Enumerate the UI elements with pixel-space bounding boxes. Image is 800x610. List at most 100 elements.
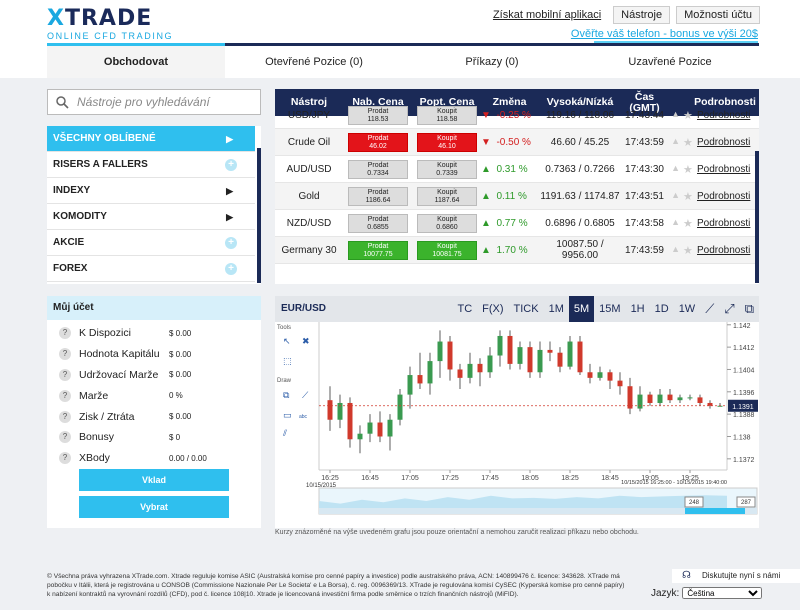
candle[interactable] — [507, 335, 513, 364]
category-item[interactable]: AKCIE + — [47, 230, 255, 256]
candle[interactable] — [617, 380, 623, 387]
candle[interactable] — [667, 394, 673, 401]
details-link[interactable]: Podrobnosti — [697, 245, 753, 256]
candle[interactable] — [437, 341, 443, 362]
help-icon[interactable]: ? — [59, 389, 71, 402]
candle[interactable] — [597, 372, 603, 378]
arrow-right-icon[interactable]: ▶ — [226, 204, 233, 230]
category-item[interactable]: INDEXY ▶ — [47, 178, 255, 204]
candle[interactable] — [697, 397, 703, 403]
plus-icon[interactable]: + — [225, 159, 237, 171]
help-icon[interactable]: ? — [59, 348, 71, 361]
candle[interactable] — [517, 347, 523, 364]
candle[interactable] — [327, 400, 333, 420]
instrument-name[interactable]: Germany 30 — [275, 245, 343, 256]
candle[interactable] — [577, 341, 583, 373]
cursor-icon[interactable]: ↖ — [283, 337, 291, 347]
candle[interactable] — [447, 341, 453, 370]
alert-icon[interactable]: ▲ — [671, 217, 680, 230]
sell-button[interactable]: Prodat 0.7334 — [348, 159, 408, 179]
buy-button[interactable]: Koupit 118.58 — [417, 105, 477, 125]
candle[interactable] — [477, 363, 483, 373]
sell-button[interactable]: Prodat 46.02 — [348, 132, 408, 152]
timeframe-1h[interactable]: 1H — [626, 296, 650, 322]
instrument-name[interactable]: AUD/USD — [275, 164, 343, 175]
candle[interactable] — [657, 394, 663, 403]
candle[interactable] — [497, 335, 503, 356]
tools-button[interactable]: Nástroje — [613, 6, 671, 24]
star-icon[interactable]: ★ — [683, 217, 693, 230]
candle[interactable] — [627, 386, 633, 409]
fullscreen-icon[interactable]: ⤢ — [719, 296, 739, 322]
quote-row[interactable]: Gold Prodat 1186.64 Koupit 1187.64 ▲ 0.11 % 11… — [275, 183, 759, 210]
sell-button[interactable]: Prodat 10077.75 — [348, 240, 408, 260]
copy-icon[interactable]: ⧉ — [283, 391, 290, 401]
instrument-name[interactable]: NZD/USD — [275, 218, 343, 229]
category-scrollbar[interactable] — [257, 148, 261, 283]
candle[interactable] — [457, 369, 463, 378]
deposit-button[interactable]: Vklad — [79, 469, 229, 491]
candle[interactable] — [527, 347, 533, 373]
quote-row[interactable]: NZD/USD Prodat 0.6855 Koupit 0.6860 ▲ 0.77 % 0… — [275, 210, 759, 237]
candle[interactable] — [687, 397, 693, 399]
details-link[interactable]: Podrobnosti — [697, 191, 753, 202]
sell-button[interactable]: Prodat 1186.64 — [348, 186, 408, 206]
candle[interactable] — [607, 372, 613, 381]
timeframe-15m[interactable]: 15M — [594, 296, 625, 322]
candle[interactable] — [367, 422, 373, 434]
timeframe-tick[interactable]: TICK — [509, 296, 544, 322]
sell-button[interactable]: Prodat 118.53 — [348, 105, 408, 125]
text-tool-icon[interactable]: abc — [299, 414, 308, 420]
withdraw-button[interactable]: Vybrat — [79, 496, 229, 518]
arrow-right-icon[interactable]: ▶ — [226, 178, 233, 204]
zoom-icon[interactable]: ⬚ — [283, 357, 292, 367]
alert-icon[interactable]: ▲ — [671, 136, 680, 149]
tab-orders[interactable]: Příkazy (0) — [403, 43, 581, 78]
star-icon[interactable]: ★ — [683, 136, 693, 149]
mobile-app-link[interactable]: Získat mobilní aplikaci — [487, 7, 607, 23]
candle[interactable] — [427, 361, 433, 384]
candle[interactable] — [347, 402, 353, 440]
candle[interactable] — [637, 394, 643, 409]
details-link[interactable]: Podrobnosti — [697, 218, 753, 229]
account-options-button[interactable]: Možnosti účtu — [676, 6, 760, 24]
category-item[interactable]: VŠECHNY OBLÍBENÉ ▶ — [47, 126, 255, 152]
sell-button[interactable]: Prodat 0.6855 — [348, 213, 408, 233]
category-item[interactable]: FOREX + — [47, 256, 255, 282]
popout-icon[interactable]: ⧉ — [740, 296, 759, 322]
candle[interactable] — [557, 352, 563, 367]
plus-icon[interactable]: + — [225, 237, 237, 249]
buy-button[interactable]: Koupit 46.10 — [417, 132, 477, 152]
verify-phone-link[interactable]: Ověřte váš telefon - bonus ve výši 20$ — [571, 28, 758, 40]
rectangle-icon[interactable]: ▭ — [283, 411, 292, 421]
candle[interactable] — [397, 394, 403, 420]
help-icon[interactable]: ? — [59, 368, 71, 381]
instrument-search-input[interactable]: Nástroje pro vyhledávání — [47, 89, 261, 115]
candle[interactable] — [417, 375, 423, 384]
candle[interactable] — [487, 355, 493, 373]
quote-row[interactable]: AUD/USD Prodat 0.7334 Koupit 0.7339 ▲ 0.31 % 0… — [275, 156, 759, 183]
xtrade-logo[interactable]: XTRADE ONLINE CFD TRADING — [47, 8, 173, 42]
star-icon[interactable]: ★ — [683, 163, 693, 176]
star-icon[interactable]: ★ — [683, 190, 693, 203]
quote-row[interactable]: Germany 30 Prodat 10077.75 Koupit 10081.75 ▲ … — [275, 237, 759, 264]
help-icon[interactable]: ? — [59, 452, 71, 465]
trendline-icon[interactable]: ⟋ — [302, 391, 309, 401]
instrument-name[interactable]: Gold — [275, 191, 343, 202]
live-chat-button[interactable]: ☊ Diskutujte nyní s námi — [672, 569, 800, 583]
timeframe-1w[interactable]: 1W — [674, 296, 701, 322]
crosshair-icon[interactable]: ✖ — [302, 337, 310, 347]
candle[interactable] — [377, 422, 383, 437]
navigator-handle[interactable] — [685, 508, 745, 514]
candle[interactable] — [357, 433, 363, 440]
candlestick-chart[interactable]: 1.1372 1.138 1.1388 1.1396 1.1404 1.1412 1.142… — [275, 322, 759, 528]
tab-closed-positions[interactable]: Uzavřené Pozice — [581, 43, 759, 78]
help-icon[interactable]: ? — [59, 410, 71, 423]
alert-icon[interactable]: ▲ — [671, 190, 680, 203]
timeframe-5m[interactable]: 5M — [568, 296, 595, 322]
quotes-scrollbar[interactable] — [755, 151, 759, 283]
candle[interactable] — [467, 363, 473, 378]
tab-open-positions[interactable]: Otevřené Pozice (0) — [225, 43, 403, 78]
timeframe-1d[interactable]: 1D — [650, 296, 674, 322]
language-select[interactable]: Čeština — [682, 587, 763, 599]
